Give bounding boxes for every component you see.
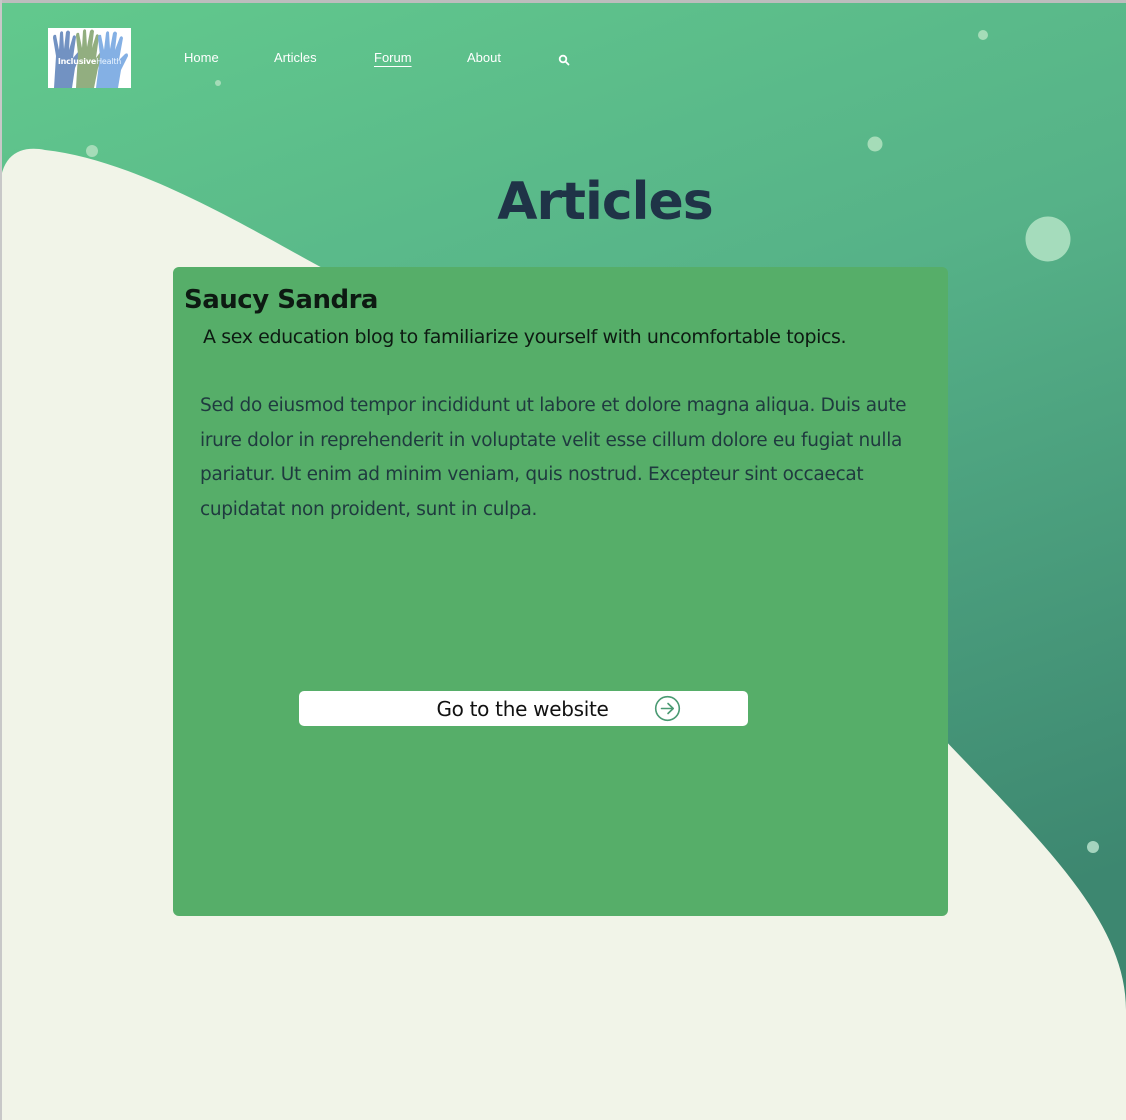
nav-forum[interactable]: Forum [374, 50, 412, 65]
go-to-website-button[interactable]: Go to the website [299, 691, 748, 726]
article-card: Saucy Sandra A sex education blog to fam… [173, 267, 948, 916]
bubble [215, 80, 221, 86]
bubble [86, 145, 98, 157]
article-body: Sed do eiusmod tempor incididunt ut labo… [200, 395, 907, 520]
article-title: Saucy Sandra [184, 285, 378, 315]
page-title: Articles [497, 172, 713, 232]
nav-articles[interactable]: Articles [274, 50, 317, 65]
bubble [867, 136, 883, 152]
nav-home[interactable]: Home [184, 50, 219, 65]
article-subtitle: A sex education blog to familiarize your… [203, 326, 847, 348]
window-left-border [0, 0, 2, 1120]
window-top-border [0, 0, 1126, 3]
nav-about[interactable]: About [467, 50, 501, 65]
bubble [978, 30, 988, 40]
site-logo[interactable]: InclusiveHealth [48, 28, 131, 88]
arrow-right-circle-icon [654, 695, 681, 722]
search-icon[interactable] [558, 54, 570, 66]
logo-text: InclusiveHealth [57, 57, 122, 66]
bubble [1087, 841, 1099, 853]
